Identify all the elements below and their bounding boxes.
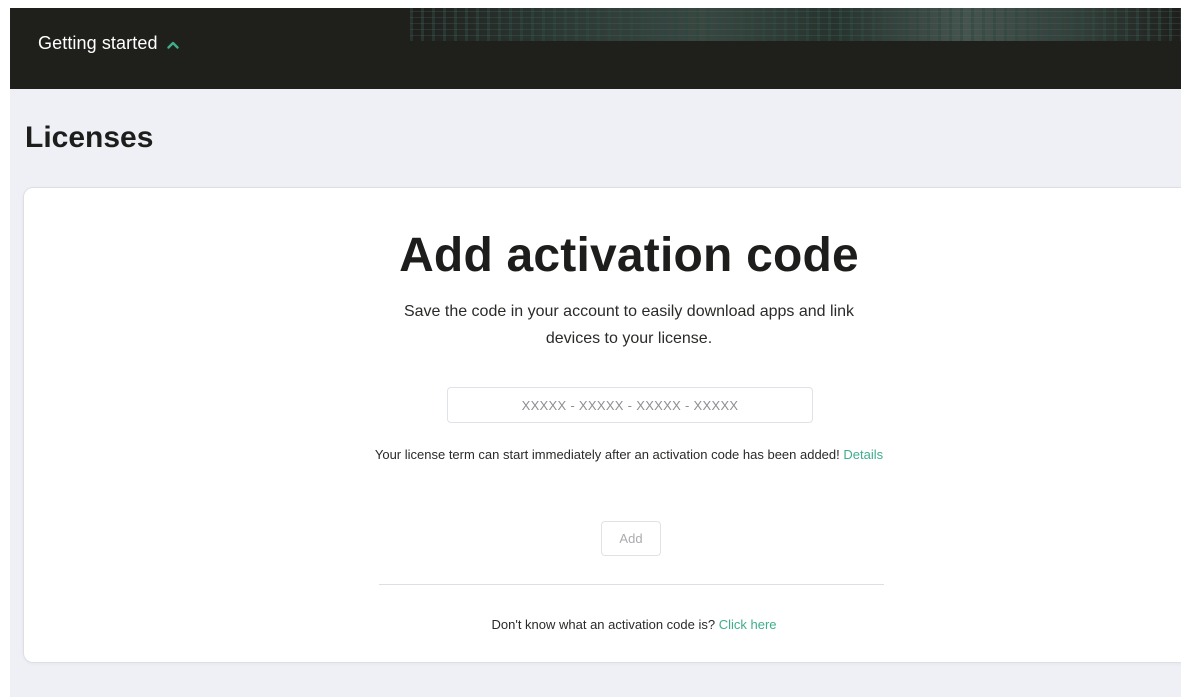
getting-started-label: Getting started	[38, 33, 158, 53]
activation-title: Add activation code	[399, 229, 859, 282]
details-link[interactable]: Details	[843, 447, 883, 462]
page-title: Licenses	[25, 121, 154, 154]
getting-started-toggle[interactable]: Getting started	[38, 33, 180, 54]
activation-card: Add activation code Save the code in you…	[23, 187, 1181, 663]
license-term-text: Your license term can start immediately …	[374, 447, 840, 462]
top-bar: Getting started	[10, 8, 1181, 89]
add-button[interactable]: Add	[601, 521, 661, 556]
activation-code-input[interactable]	[447, 387, 813, 423]
click-here-link[interactable]: Click here	[719, 617, 777, 632]
help-question: Don't know what an activation code is?	[491, 617, 716, 632]
chevron-up-icon	[166, 41, 179, 49]
divider	[379, 584, 884, 585]
help-line: Don't know what an activation code is? C…	[354, 617, 914, 632]
activation-description: Save the code in your account to easily …	[403, 303, 855, 347]
license-term-note: Your license term can start immediately …	[374, 444, 884, 466]
header-background-image	[410, 8, 1181, 41]
app-frame: Getting started Licenses Add activation …	[10, 8, 1181, 697]
